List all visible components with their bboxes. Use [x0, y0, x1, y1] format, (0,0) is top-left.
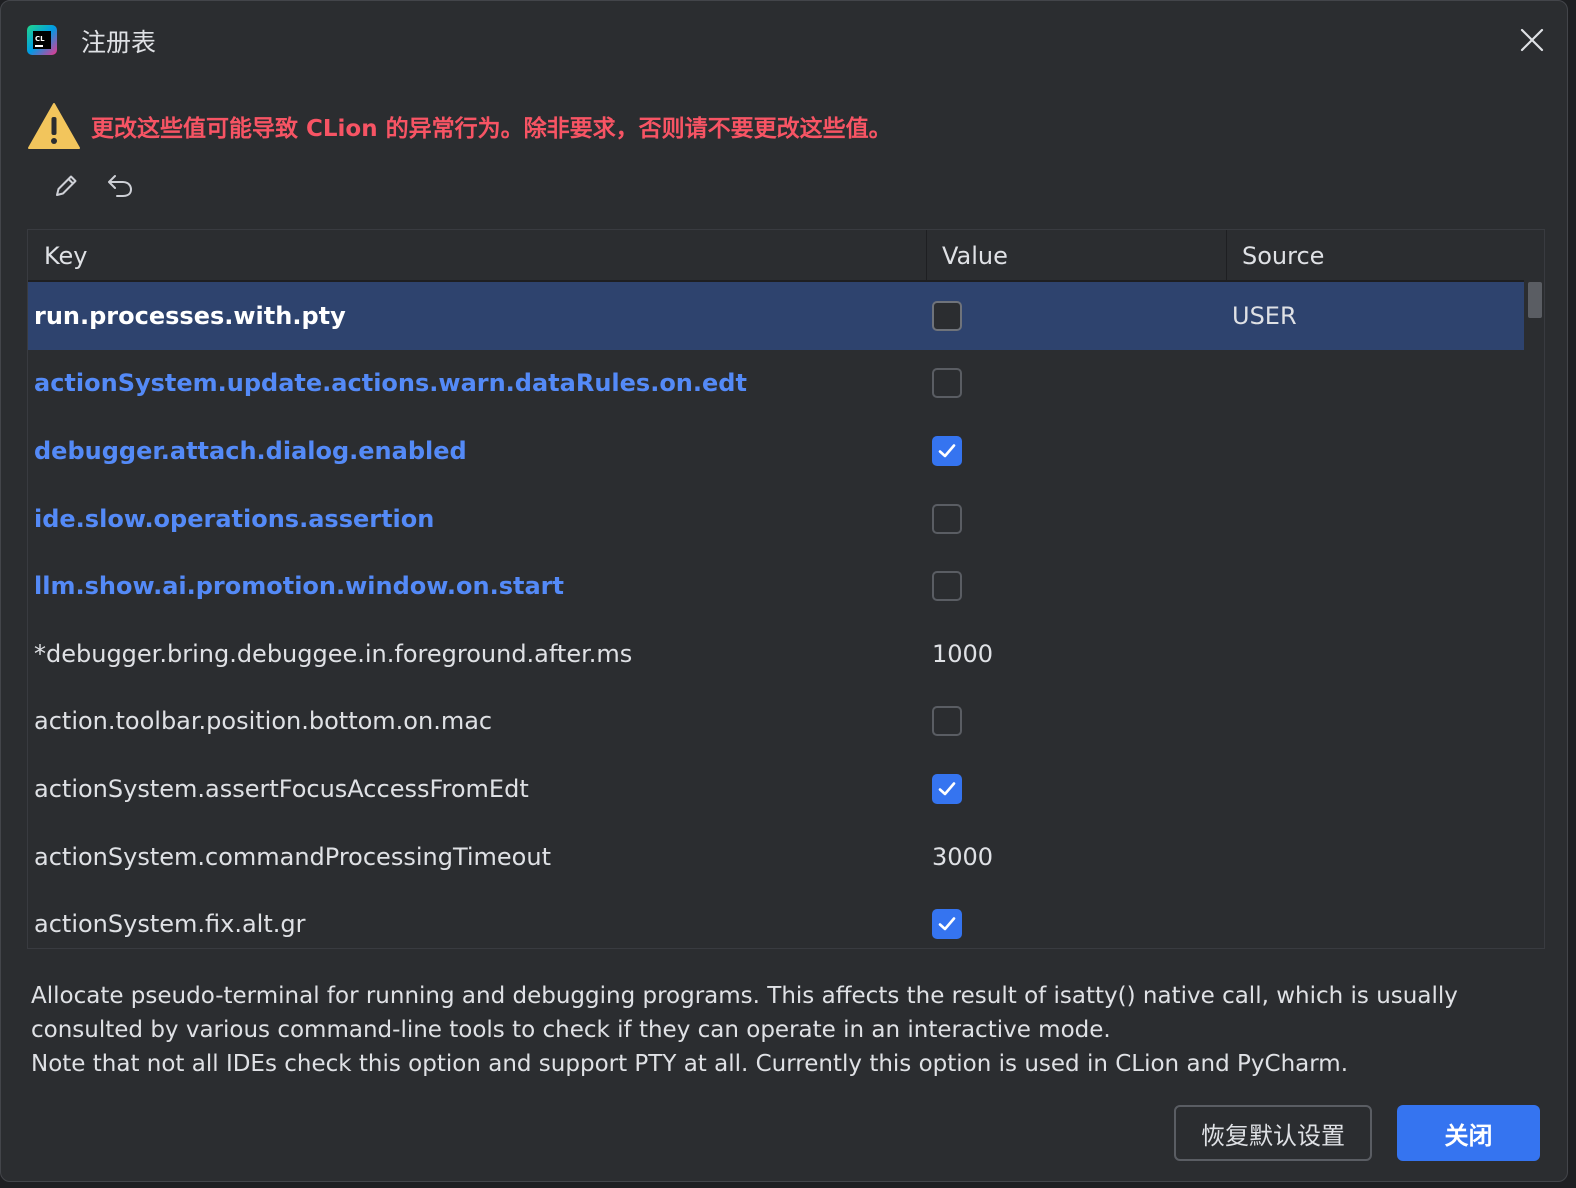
value-checkbox[interactable] [932, 435, 962, 466]
row-value-cell: 1000 [932, 620, 993, 688]
column-header-value[interactable]: Value [942, 230, 1008, 280]
registry-dialog: CL 注册表 更改这些值可能导致 CLion 的异常行为。除非要求，否则请不要更… [0, 0, 1568, 1182]
row-value-cell: 3000 [932, 823, 993, 891]
table-row[interactable]: actionSystem.assertFocusAccessFromEdt [28, 755, 1524, 823]
table-row[interactable]: *debugger.bring.debuggee.in.foreground.a… [28, 620, 1524, 688]
column-divider[interactable] [926, 230, 927, 280]
table-body: run.processes.with.pty USER actionSystem.u… [28, 282, 1524, 948]
row-value-cell [932, 350, 962, 418]
row-value-cell [932, 417, 962, 485]
description-panel: Allocate pseudo-terminal for running and… [31, 979, 1531, 1081]
row-value-cell [932, 755, 962, 823]
table-row[interactable]: actionSystem.commandProcessingTimeout 300… [28, 823, 1524, 891]
edit-button[interactable] [49, 169, 83, 203]
undo-icon [108, 175, 132, 197]
toolbar [49, 169, 137, 203]
row-source: USER [1232, 301, 1297, 330]
title-bar: CL 注册表 [1, 1, 1567, 81]
scrollbar-track[interactable] [1524, 282, 1544, 948]
dialog-title: 注册表 [81, 28, 157, 57]
value-checkbox[interactable] [932, 503, 962, 534]
row-value-cell [932, 282, 962, 350]
row-key: actionSystem.assertFocusAccessFromEdt [34, 774, 529, 803]
warning-text: 更改这些值可能导致 CLion 的异常行为。除非要求，否则请不要更改这些值。 [91, 116, 892, 142]
table-row[interactable]: ide.slow.operations.assertion [28, 485, 1524, 553]
row-value-cell [932, 688, 962, 756]
value-checkbox[interactable] [932, 571, 962, 602]
table-row[interactable]: actionSystem.fix.alt.gr [28, 890, 1524, 948]
close-icon[interactable] [1517, 25, 1547, 55]
table-header: Key Value Source [28, 230, 1524, 282]
row-key: ide.slow.operations.assertion [34, 504, 435, 533]
description-line: Note that not all IDEs check this option… [31, 1051, 1349, 1077]
row-key: run.processes.with.pty [34, 301, 346, 330]
column-header-key[interactable]: Key [44, 230, 88, 280]
registry-table: Key Value Source run.processes.with.pty U… [27, 229, 1545, 949]
value-checkbox[interactable] [932, 706, 962, 737]
row-value-cell [932, 485, 962, 553]
column-header-source[interactable]: Source [1242, 230, 1324, 280]
row-key: debugger.attach.dialog.enabled [34, 436, 467, 465]
row-key: *debugger.bring.debuggee.in.foreground.a… [34, 639, 633, 668]
row-key: actionSystem.commandProcessingTimeout [34, 842, 551, 871]
warning-banner: 更改这些值可能导致 CLion 的异常行为。除非要求，否则请不要更改这些值。 [27, 101, 892, 151]
table-row[interactable]: llm.show.ai.promotion.window.on.start [28, 552, 1524, 620]
value-text[interactable]: 3000 [932, 843, 993, 871]
value-checkbox[interactable] [932, 368, 962, 399]
row-key: llm.show.ai.promotion.window.on.start [34, 572, 564, 601]
value-text[interactable]: 1000 [932, 640, 993, 668]
close-button[interactable]: 关闭 [1397, 1105, 1540, 1161]
row-value-cell [932, 552, 962, 620]
row-key: action.toolbar.position.bottom.on.mac [34, 707, 493, 736]
warning-icon [28, 103, 80, 149]
row-value-cell [932, 890, 962, 948]
table-row[interactable]: run.processes.with.pty USER [28, 282, 1524, 350]
clion-logo-icon: CL [27, 25, 57, 55]
column-divider[interactable] [1226, 230, 1227, 280]
value-checkbox[interactable] [932, 773, 962, 804]
description-line: Allocate pseudo-terminal for running and… [31, 983, 1458, 1043]
svg-text:CL: CL [35, 35, 45, 43]
scrollbar-thumb[interactable] [1528, 282, 1542, 318]
row-key: actionSystem.fix.alt.gr [34, 910, 306, 939]
value-checkbox[interactable] [932, 909, 962, 940]
table-row[interactable]: action.toolbar.position.bottom.on.mac [28, 688, 1524, 756]
revert-button[interactable] [103, 169, 137, 203]
pencil-icon [56, 175, 77, 196]
value-checkbox[interactable] [932, 300, 962, 331]
row-key: actionSystem.update.actions.warn.dataRul… [34, 369, 747, 398]
table-row[interactable]: debugger.attach.dialog.enabled [28, 417, 1524, 485]
table-row[interactable]: actionSystem.update.actions.warn.dataRul… [28, 350, 1524, 418]
restore-defaults-button[interactable]: 恢复默认设置 [1174, 1105, 1372, 1161]
